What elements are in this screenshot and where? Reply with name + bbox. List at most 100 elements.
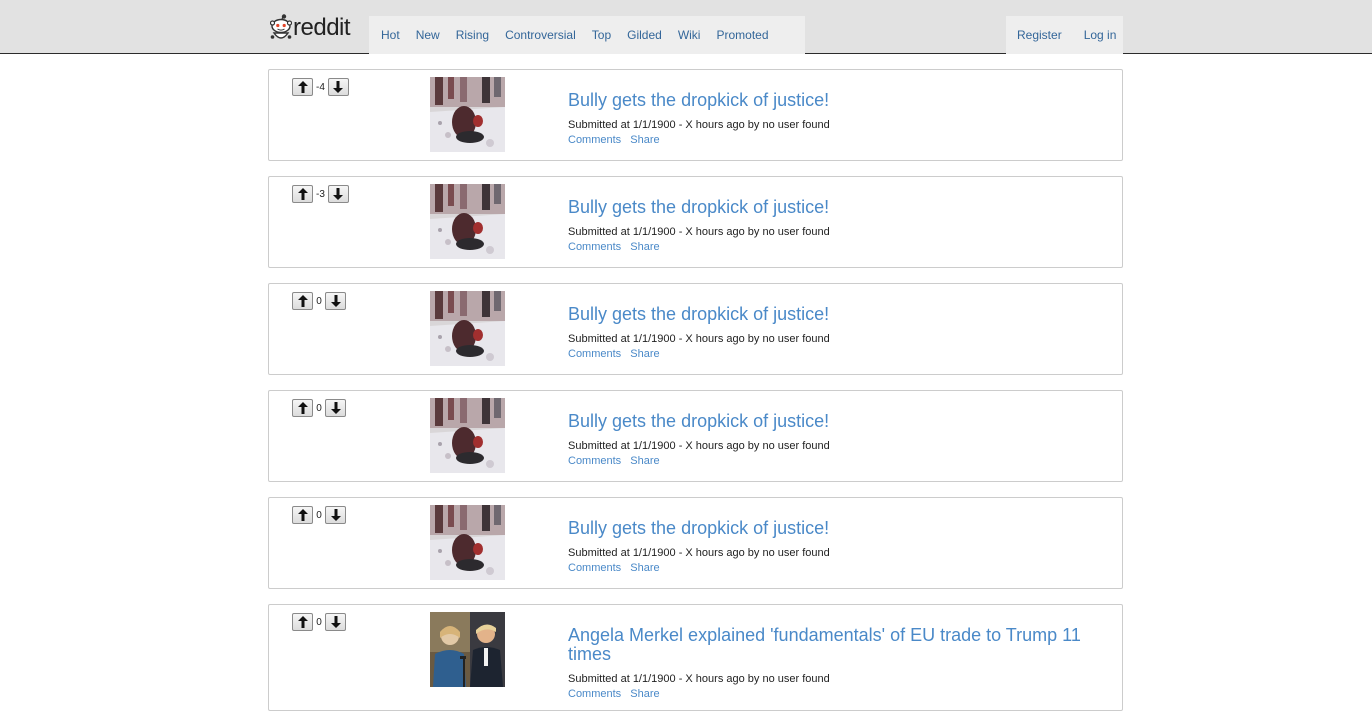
post-content: Bully gets the dropkick of justice! Subm… [568,198,1098,254]
share-link[interactable]: Share [630,134,659,146]
upvote-button[interactable] [292,292,313,310]
share-link[interactable]: Share [630,348,659,360]
comments-link[interactable]: Comments [568,348,621,360]
post-card: 0 Bully gets the dropkick of justice! Su… [268,283,1123,375]
post-actions: Comments Share [568,561,1098,575]
post-actions: Comments Share [568,347,1098,361]
arrow-up-icon [297,509,308,521]
snow-scene-image [430,184,505,259]
vote-score: 0 [316,295,322,307]
vote-controls: 0 [292,398,346,418]
post-title[interactable]: Bully gets the dropkick of justice! [568,412,1098,431]
login-link[interactable]: Log in [1076,16,1125,54]
post-actions: Comments Share [568,454,1098,468]
share-link[interactable]: Share [630,688,659,700]
nav-wiki[interactable]: Wiki [670,16,709,54]
reddit-alien-icon [270,14,292,39]
nav-promoted[interactable]: Promoted [708,16,776,54]
post-thumbnail[interactable] [430,77,505,152]
post-thumbnail[interactable] [430,291,505,366]
post-card: -3 Bully gets the dropkick of justice! S… [268,176,1123,268]
vote-score: 0 [316,509,322,521]
post-thumbnail[interactable] [430,612,505,687]
brand-logo[interactable]: reddit [270,12,351,44]
post-actions: Comments Share [568,687,1098,701]
upvote-button[interactable] [292,506,313,524]
press-conference-image [430,612,505,687]
post-meta: Submitted at 1/1/1900 - X hours ago by n… [568,119,830,131]
comments-link[interactable]: Comments [568,688,621,700]
vote-score: 0 [316,402,322,414]
upvote-button[interactable] [292,185,313,203]
comments-link[interactable]: Comments [568,455,621,467]
downvote-button[interactable] [325,506,346,524]
post-content: Bully gets the dropkick of justice! Subm… [568,91,1098,147]
nav-hot[interactable]: Hot [373,16,408,54]
post-thumbnail[interactable] [430,398,505,473]
post-actions: Comments Share [568,240,1098,254]
snow-scene-image [430,398,505,473]
downvote-button[interactable] [325,613,346,631]
post-title[interactable]: Angela Merkel explained 'fundamentals' o… [568,626,1098,664]
nav-top[interactable]: Top [584,16,619,54]
sort-nav: Hot New Rising Controversial Top Gilded … [369,16,805,54]
share-link[interactable]: Share [630,562,659,574]
arrow-up-icon [297,188,308,200]
vote-controls: -4 [292,77,349,97]
brand-wordmark: reddit [293,14,351,41]
share-link[interactable]: Share [630,241,659,253]
post-card: 0 Bully gets the dropkick of justice! Su… [268,390,1123,482]
vote-score: 0 [316,616,322,628]
post-thumbnail[interactable] [430,505,505,580]
nav-rising[interactable]: Rising [448,16,497,54]
arrow-up-icon [297,616,308,628]
arrow-up-icon [297,295,308,307]
post-card: -4 Bully gets the dropkick of justice! S… [268,69,1123,161]
arrow-down-icon [330,509,341,521]
vote-controls: 0 [292,612,346,632]
arrow-down-icon [330,295,341,307]
arrow-down-icon [333,81,344,93]
share-link[interactable]: Share [630,455,659,467]
post-title[interactable]: Bully gets the dropkick of justice! [568,198,1098,217]
post-content: Bully gets the dropkick of justice! Subm… [568,412,1098,468]
vote-controls: 0 [292,291,346,311]
post-title[interactable]: Bully gets the dropkick of justice! [568,519,1098,538]
post-title[interactable]: Bully gets the dropkick of justice! [568,305,1098,324]
comments-link[interactable]: Comments [568,562,621,574]
post-meta: Submitted at 1/1/1900 - X hours ago by n… [568,333,830,345]
downvote-button[interactable] [327,185,349,203]
post-content: Angela Merkel explained 'fundamentals' o… [568,626,1098,701]
post-title[interactable]: Bully gets the dropkick of justice! [568,91,1098,110]
nav-new[interactable]: New [408,16,448,54]
account-nav: Register Log in [1006,16,1123,54]
nav-gilded[interactable]: Gilded [619,16,670,54]
post-card: 0 Angela Merkel explained 'fundamentals'… [268,604,1123,711]
nav-controversial[interactable]: Controversial [497,16,584,54]
post-list: -4 Bully gets the dropkick of justice! S… [268,69,1123,726]
upvote-button[interactable] [292,78,313,96]
vote-score: -4 [316,81,325,93]
post-meta: Submitted at 1/1/1900 - X hours ago by n… [568,440,830,452]
downvote-button[interactable] [325,399,346,417]
vote-controls: 0 [292,505,346,525]
post-content: Bully gets the dropkick of justice! Subm… [568,305,1098,361]
comments-link[interactable]: Comments [568,134,621,146]
upvote-button[interactable] [292,399,313,417]
downvote-button[interactable] [325,292,346,310]
post-meta: Submitted at 1/1/1900 - X hours ago by n… [568,226,830,238]
downvote-button[interactable] [327,78,349,96]
arrow-up-icon [297,402,308,414]
comments-link[interactable]: Comments [568,241,621,253]
post-card: 0 Bully gets the dropkick of justice! Su… [268,497,1123,589]
post-thumbnail[interactable] [430,184,505,259]
upvote-button[interactable] [292,613,313,631]
arrow-up-icon [297,81,308,93]
post-meta: Submitted at 1/1/1900 - X hours ago by n… [568,673,830,685]
register-link[interactable]: Register [1009,16,1070,54]
post-content: Bully gets the dropkick of justice! Subm… [568,519,1098,575]
arrow-down-icon [330,616,341,628]
arrow-down-icon [333,188,344,200]
vote-score: -3 [316,188,325,200]
post-actions: Comments Share [568,133,1098,147]
